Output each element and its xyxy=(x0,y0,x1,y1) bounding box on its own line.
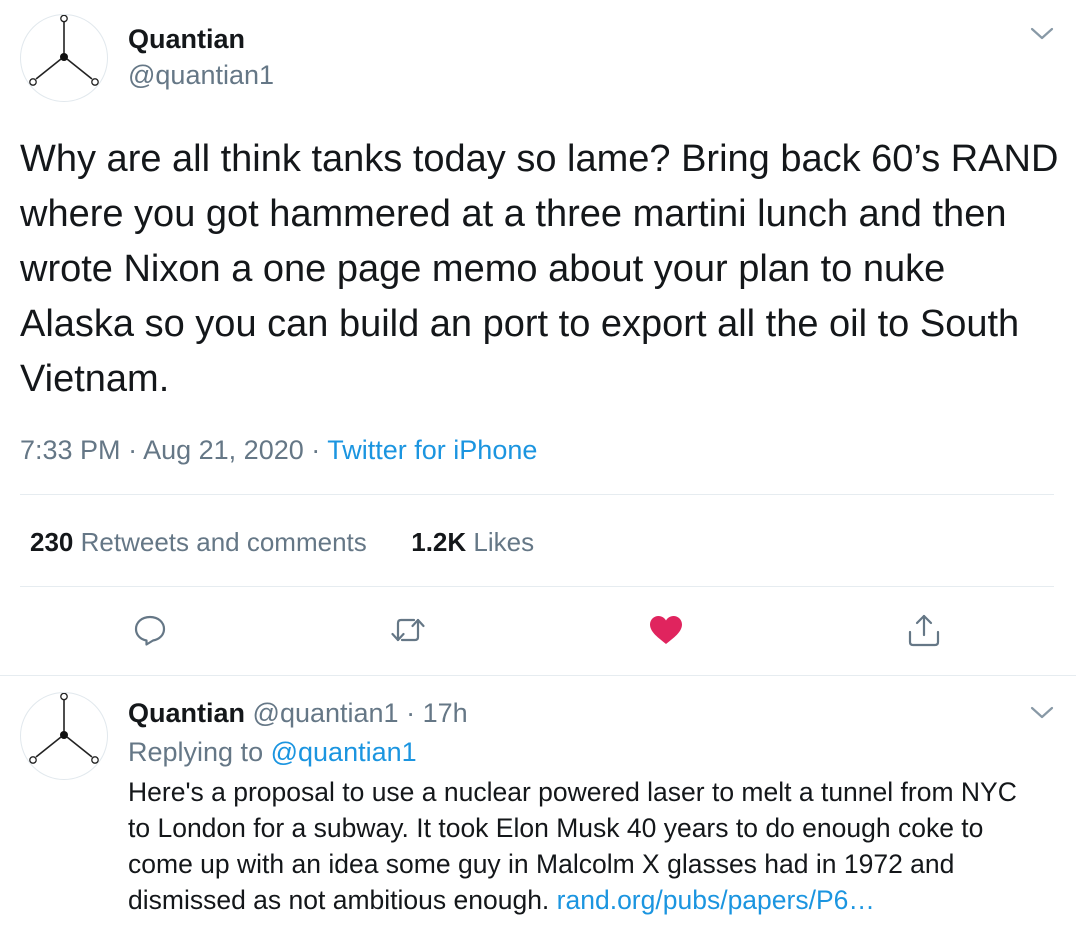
likes-stat[interactable]: 1.2K Likes xyxy=(411,527,534,557)
retweet-button[interactable] xyxy=(384,606,432,654)
reply-author-name[interactable]: Quantian xyxy=(128,698,245,728)
divider xyxy=(0,675,1076,676)
tweet-text: Why are all think tanks today so lame? B… xyxy=(20,138,1059,400)
reply-separator: · xyxy=(406,698,416,728)
meta-separator: · xyxy=(311,435,321,465)
likes-label: Likes xyxy=(473,527,535,557)
avatar[interactable] xyxy=(20,14,108,102)
author-name[interactable]: Quantian xyxy=(128,24,245,55)
avatar-logo-icon xyxy=(29,15,99,86)
reply-text: Here's a proposal to use a nuclear power… xyxy=(128,774,1028,918)
replying-prefix: Replying to xyxy=(128,737,264,767)
tweet-date[interactable]: Aug 21, 2020 xyxy=(143,435,304,465)
likes-count: 1.2K xyxy=(411,527,467,557)
avatar-logo-icon xyxy=(29,693,99,764)
chevron-down-icon[interactable] xyxy=(1028,24,1056,44)
like-button[interactable] xyxy=(642,606,690,654)
share-icon xyxy=(908,614,940,647)
divider xyxy=(20,586,1054,587)
reply-link[interactable]: rand.org/pubs/papers/P6… xyxy=(557,885,875,915)
reply-icon xyxy=(134,615,166,646)
retweets-label: Retweets and comments xyxy=(80,527,367,557)
replying-mention-link[interactable]: @quantian1 xyxy=(271,737,417,767)
reply-button[interactable] xyxy=(126,606,174,654)
reply-age[interactable]: 17h xyxy=(423,698,468,728)
retweets-count: 230 xyxy=(30,527,74,557)
reply-header: Quantian @quantian1 · 17h xyxy=(128,698,468,729)
retweets-stat[interactable]: 230 Retweets and comments xyxy=(30,527,367,557)
divider xyxy=(20,494,1054,495)
reply-author-handle[interactable]: @quantian1 xyxy=(253,698,399,728)
heart-icon xyxy=(650,616,682,644)
replying-to: Replying to @quantian1 xyxy=(128,737,417,768)
author-handle[interactable]: @quantian1 xyxy=(128,60,274,91)
tweet-source-link[interactable]: Twitter for iPhone xyxy=(327,435,537,465)
tweet-stats: 230 Retweets and comments 1.2K Likes xyxy=(30,527,534,558)
tweet-meta: 7:33 PM · Aug 21, 2020 · Twitter for iPh… xyxy=(20,435,537,466)
chevron-down-icon[interactable] xyxy=(1028,703,1056,723)
share-button[interactable] xyxy=(900,606,948,654)
retweet-icon xyxy=(391,618,425,642)
tweet-time[interactable]: 7:33 PM xyxy=(20,435,121,465)
reply-avatar[interactable] xyxy=(20,692,108,780)
meta-separator: · xyxy=(128,435,138,465)
